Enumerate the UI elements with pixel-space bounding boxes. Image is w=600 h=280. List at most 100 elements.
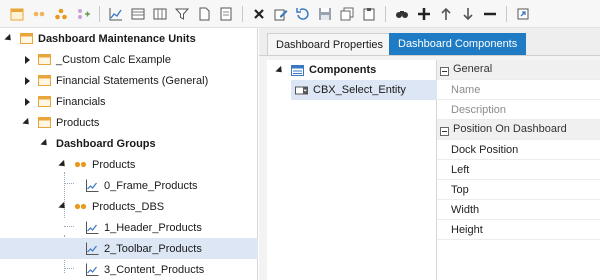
collapse-icon[interactable] [440,127,449,136]
property-section-general[interactable]: General [437,60,600,80]
document-icon[interactable] [196,6,212,22]
property-label: Width [451,203,480,216]
tree-item-label: 2_Toolbar_Products [104,242,202,255]
property-label: Height [451,223,483,236]
property-label: Top [451,183,469,196]
dashboard-chart-icon [86,263,99,276]
delete-icon[interactable] [251,6,267,22]
tree-guide [64,268,74,269]
tree-item[interactable]: _Custom Calc Example [22,49,171,70]
tree-item[interactable]: Financials [22,91,106,112]
search-icon[interactable] [394,6,410,22]
toolbar [0,0,600,28]
save-icon[interactable] [317,6,333,22]
right-panel: Dashboard Properties Dashboard Component… [259,28,600,280]
dashboard-chart-icon [86,221,99,234]
tree-item-label: 1_Header_Products [104,221,202,234]
tree-item-label: Products_DBS [92,200,165,213]
tree-item-label: 3_Content_Products [104,263,205,276]
property-grid: General Name Description Position On Das… [437,60,600,280]
new-component-icon[interactable] [53,6,69,22]
tree-item[interactable]: Products_DBS [58,196,164,217]
expand-toggle[interactable] [22,97,32,107]
dashboard-tree: Dashboard Maintenance Units _Custom Calc… [0,28,258,280]
new-group-icon[interactable] [31,6,47,22]
tree-item[interactable]: Dashboard Groups [40,133,156,154]
property-label: Name [451,83,481,96]
property-section-position[interactable]: Position On Dashboard [437,120,600,140]
section-toggle[interactable]: Position On Dashboard [437,123,567,136]
dashboard-chart-icon [86,179,99,192]
component-item-label: CBX_Select_Entity [313,84,406,96]
dashboard-chart-icon [86,242,99,255]
component-item[interactable]: CBX_Select_Entity [291,80,437,100]
tree-item-label: Financials [56,95,106,108]
tree-item[interactable]: 0_Frame_Products [86,175,198,196]
tree-item[interactable]: 1_Header_Products [86,217,202,238]
tree-item[interactable]: 3_Content_Products [86,259,204,280]
clipboard-icon[interactable] [361,6,377,22]
expand-toggle[interactable] [22,76,32,86]
components-list-icon [291,64,304,77]
expand-toggle[interactable] [58,160,68,170]
table-icon[interactable] [152,6,168,22]
tab-bar: Dashboard Properties Dashboard Component… [259,28,600,56]
expand-toggle[interactable] [22,118,32,128]
chart-icon[interactable] [108,6,124,22]
expand-toggle[interactable] [4,34,14,44]
property-row-top[interactable]: Top [437,180,600,200]
tree-item-root[interactable]: Dashboard Maintenance Units [4,28,196,49]
move-up-icon[interactable] [438,6,454,22]
tree-item[interactable]: Financial Statements (General) [22,70,208,91]
toolbar-separator [506,5,507,22]
revert-icon[interactable] [295,6,311,22]
report-icon[interactable] [218,6,234,22]
filter-icon[interactable] [174,6,190,22]
remove-icon[interactable] [482,6,498,22]
tab-dashboard-properties[interactable]: Dashboard Properties [267,33,393,55]
tree-guide [64,226,74,227]
tree-item-label: 0_Frame_Products [104,179,198,192]
dashboard-group-icon [74,158,87,171]
property-label: Left [451,163,470,176]
new-dashboard-icon[interactable] [9,6,25,22]
section-label: General [453,63,493,75]
copy-icon[interactable] [339,6,355,22]
section-toggle[interactable]: General [437,63,492,76]
components-header-label: Components [309,64,377,76]
section-label: Position On Dashboard [453,123,567,135]
grid-icon[interactable] [130,6,146,22]
components-header[interactable]: Components [275,60,376,80]
dashboard-folder-icon [38,53,51,66]
navigate-icon[interactable] [515,6,531,22]
move-down-icon[interactable] [460,6,476,22]
property-row-dock-position[interactable]: Dock Position [437,140,600,160]
combobox-icon [295,84,308,97]
dashboard-folder-icon [38,74,51,87]
property-row-description[interactable]: Description [437,100,600,120]
tree-item-label: Financial Statements (General) [56,74,209,87]
property-row-height[interactable]: Height [437,220,600,240]
add-item-icon[interactable] [75,6,91,22]
expand-toggle[interactable] [40,139,50,149]
toolbar-separator [242,5,243,22]
property-label: Description [451,103,507,116]
tree-item-selected[interactable]: 2_Toolbar_Products [0,238,258,259]
tree-item[interactable]: Products [58,154,135,175]
expand-toggle[interactable] [275,65,285,75]
tree-item[interactable]: Products [22,112,99,133]
dashboard-folder-icon [20,32,33,45]
expand-toggle[interactable] [22,55,32,65]
property-row-name[interactable]: Name [437,80,600,100]
components-tree: Components CBX_Select_Entity [267,60,437,280]
property-row-width[interactable]: Width [437,200,600,220]
expand-toggle[interactable] [58,202,68,212]
edit-icon[interactable] [273,6,289,22]
tree-guide [64,183,74,184]
property-row-left[interactable]: Left [437,160,600,180]
collapse-icon[interactable] [440,67,449,76]
tree-item-label: _Custom Calc Example [56,53,171,66]
tree-item-label: Products [92,158,136,171]
tab-dashboard-components[interactable]: Dashboard Components [389,33,527,55]
add-icon[interactable] [416,6,432,22]
